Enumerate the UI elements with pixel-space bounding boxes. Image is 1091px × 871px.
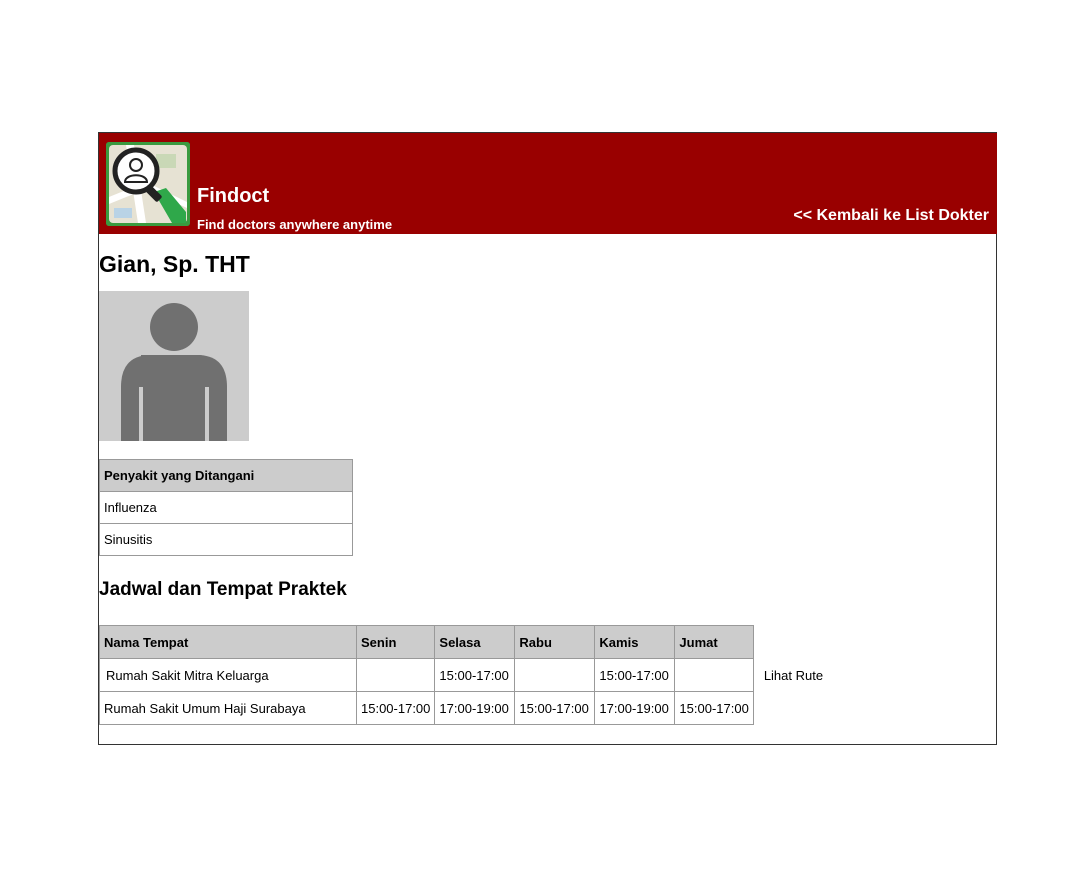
person-placeholder-icon [99, 291, 249, 441]
brand-title: Findoct [197, 185, 270, 207]
schedule-jumat [674, 658, 754, 692]
table-row: Sinusitis [99, 523, 353, 556]
brand-subtitle: Find doctors anywhere anytime [197, 217, 393, 232]
schedule-kamis: 17:00-19:00 [594, 691, 676, 725]
doctor-name: Gian, Sp. THT [99, 251, 250, 277]
page-frame: Findoct Find doctors anywhere anytime <<… [98, 132, 997, 745]
schedule-rabu: 15:00-17:00 [514, 691, 596, 725]
schedule-selasa: 15:00-17:00 [434, 658, 516, 692]
column-header-selasa: Selasa [434, 625, 516, 659]
schedule-rabu [514, 658, 596, 692]
column-header-place: Nama Tempat [99, 625, 357, 659]
app-header: Findoct Find doctors anywhere anytime <<… [99, 133, 997, 234]
view-route-link[interactable]: Lihat Rute [753, 659, 833, 692]
column-header-jumat: Jumat [674, 625, 754, 659]
disease-table-header: Penyakit yang Ditangani [99, 459, 353, 492]
route-spacer [753, 626, 833, 659]
table-row: Rumah Sakit Mitra Keluarga 15:00-17:00 1… [99, 658, 834, 692]
findoct-logo-icon [106, 142, 190, 226]
schedule-selasa: 17:00-19:00 [434, 691, 516, 725]
disease-item: Influenza [99, 491, 353, 524]
back-to-doctor-list-link[interactable]: << Kembali ke List Dokter [793, 207, 989, 225]
schedule-kamis: 15:00-17:00 [594, 658, 676, 692]
table-header-row: Penyakit yang Ditangani [99, 459, 353, 492]
column-header-rabu: Rabu [514, 625, 596, 659]
schedule-table: Nama Tempat Senin Selasa Rabu Kamis Juma… [99, 625, 834, 725]
column-header-senin: Senin [355, 625, 436, 659]
table-row: Influenza [99, 491, 353, 524]
place-name: Rumah Sakit Umum Haji Surabaya [99, 691, 357, 725]
schedule-senin: 15:00-17:00 [355, 691, 436, 725]
place-name: Rumah Sakit Mitra Keluarga [99, 658, 357, 692]
table-row: Rumah Sakit Umum Haji Surabaya 15:00-17:… [99, 691, 834, 725]
schedule-section-title: Jadwal dan Tempat Praktek [99, 579, 347, 600]
schedule-jumat: 15:00-17:00 [674, 691, 754, 725]
schedule-senin [355, 658, 436, 692]
column-header-kamis: Kamis [594, 625, 676, 659]
table-header-row: Nama Tempat Senin Selasa Rabu Kamis Juma… [99, 625, 834, 659]
disease-table: Penyakit yang Ditangani Influenza Sinusi… [99, 459, 353, 556]
disease-item: Sinusitis [99, 523, 353, 556]
view-route-link[interactable] [753, 692, 833, 725]
